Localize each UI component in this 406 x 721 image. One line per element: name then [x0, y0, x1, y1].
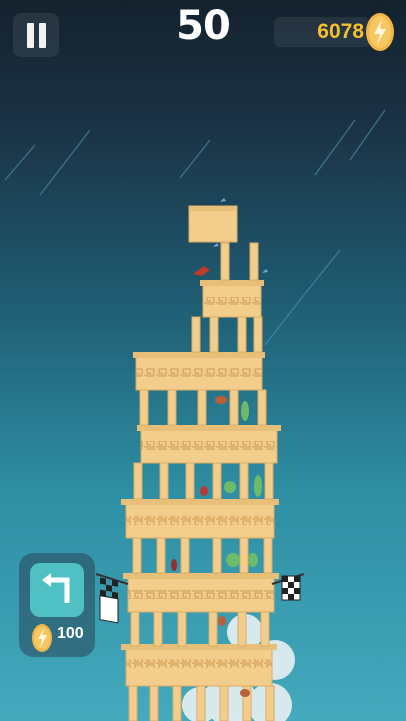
undo-cost: 100 — [57, 625, 84, 642]
game-scene[interactable]: 50 6078 100 — [0, 0, 406, 721]
undo-button[interactable] — [30, 563, 84, 617]
lightning-coin-icon — [32, 624, 52, 652]
lightning-coin-icon — [366, 13, 394, 51]
pause-button[interactable] — [13, 13, 59, 57]
score-display: 50 — [176, 3, 231, 49]
checkered-flag-left — [95, 573, 129, 624]
coin-count: 6078 — [317, 20, 364, 43]
falling-block — [188, 205, 238, 243]
undo-arrow-icon — [42, 573, 70, 603]
